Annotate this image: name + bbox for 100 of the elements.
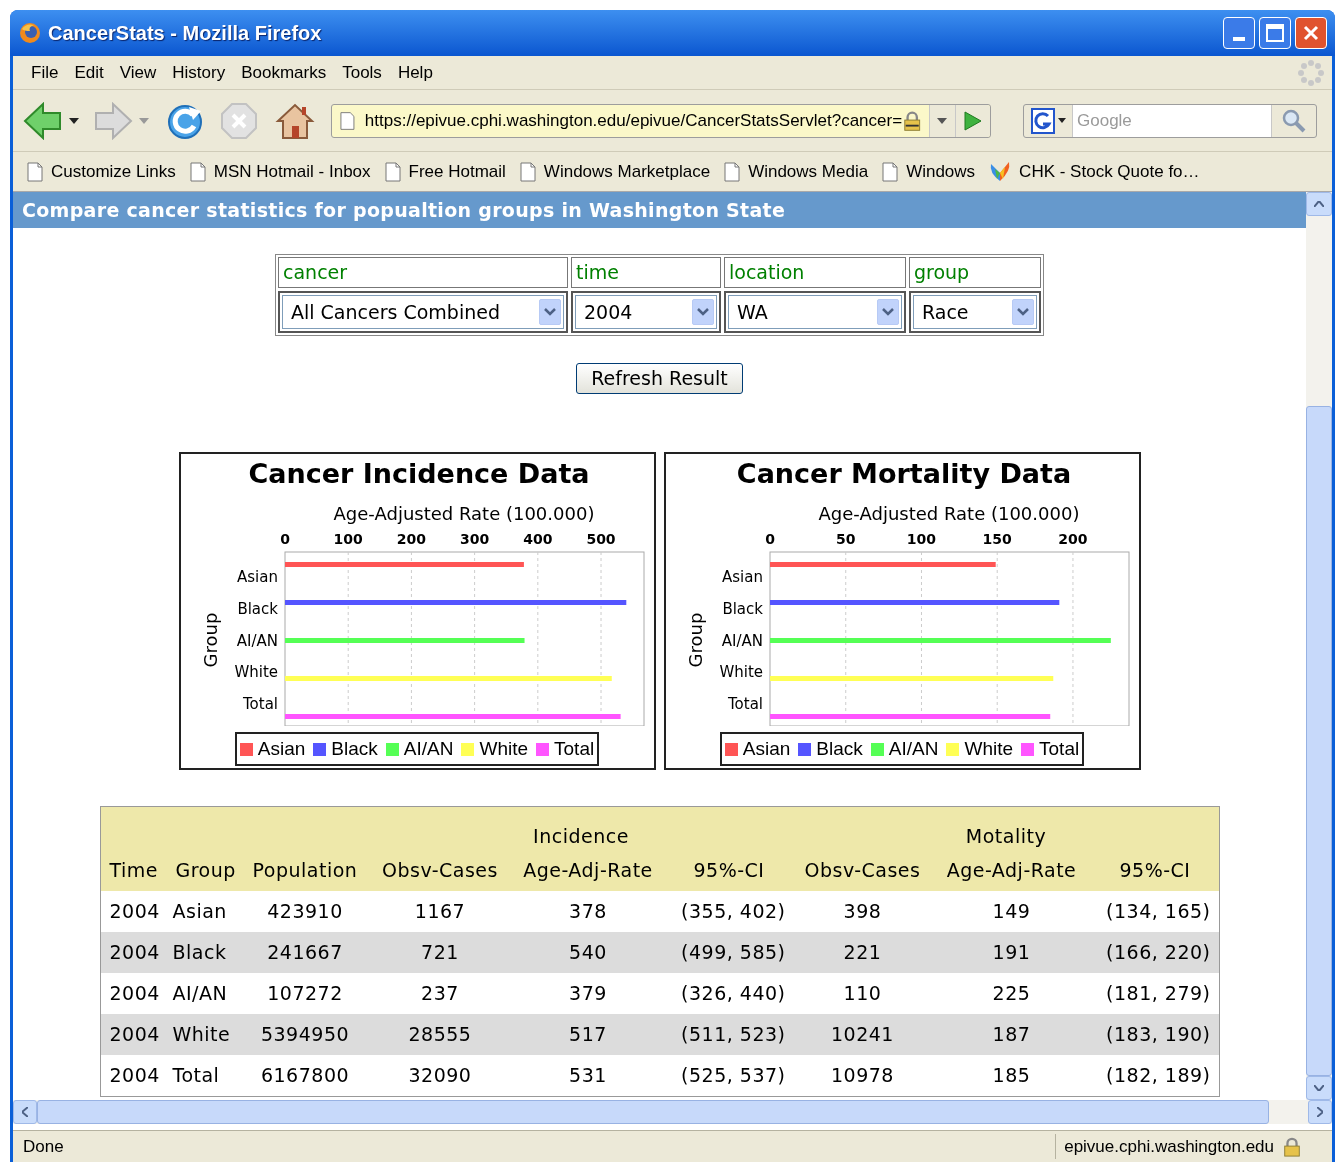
tick-label: 100 <box>333 531 363 547</box>
table-cell: 517 <box>511 1014 665 1055</box>
column-header: Time <box>100 850 167 891</box>
close-button[interactable] <box>1295 17 1327 49</box>
down-caret-icon <box>1314 1085 1324 1091</box>
legend-label: Total <box>554 736 595 761</box>
legend-label: Black <box>331 736 378 761</box>
tick-label: 200 <box>396 531 426 547</box>
column-header: Age-Adj-Rate <box>511 850 665 891</box>
legend-label: Asian <box>257 736 306 761</box>
legend-label: Asian <box>742 736 791 761</box>
dropdown-field[interactable]: WA <box>728 295 902 329</box>
bookmark-link[interactable]: Windows <box>906 158 976 185</box>
category-label: Asian <box>721 568 763 586</box>
column-header: Age-Adj-Rate <box>931 850 1092 891</box>
maximize-icon <box>1266 24 1284 42</box>
menu-item[interactable]: File <box>23 59 67 86</box>
tick-label: 400 <box>522 531 552 547</box>
table-cell: 1167 <box>368 891 512 932</box>
category-label: Total <box>242 695 278 713</box>
table-cell: 187 <box>931 1014 1092 1055</box>
table-cell: (183, 190) <box>1091 1014 1219 1055</box>
page-icon <box>340 110 355 131</box>
address-bar[interactable]: https://epivue.cphi.washington.edu/epivue/CancerStatsServlet?cancer= <box>331 103 991 138</box>
refresh-result-button[interactable]: Refresh Result <box>576 363 743 394</box>
scroll-right-button[interactable] <box>1308 1100 1332 1124</box>
tick-label: 0 <box>764 531 775 547</box>
status-host-text: epivue.cphi.washington.edu <box>1055 1133 1282 1160</box>
dropdown-field[interactable]: 2004 <box>575 295 717 329</box>
category-label: Asian <box>236 568 278 586</box>
tick-label: 50 <box>835 531 855 547</box>
menu-item[interactable]: Tools <box>334 59 390 86</box>
play-triangle-icon <box>963 110 982 131</box>
dropdown-field[interactable]: Race <box>913 295 1037 329</box>
menu-item[interactable]: Bookmarks <box>233 59 335 86</box>
history-dropdown-button[interactable] <box>928 104 955 137</box>
table-cell: 378 <box>511 891 665 932</box>
column-header: Obsv-Cases <box>793 850 932 891</box>
legend-label: AI/AN <box>888 736 939 761</box>
menu-item[interactable]: Help <box>389 59 441 86</box>
page-icon <box>724 161 741 182</box>
page-icon <box>882 161 899 182</box>
bookmark-link[interactable]: Customize Links <box>51 158 176 185</box>
column-header: Group <box>166 850 242 891</box>
filter-label: time <box>571 257 721 288</box>
bookmark-link[interactable]: Windows Media <box>748 158 869 185</box>
table-cell: (166, 220) <box>1091 932 1219 973</box>
menu-item[interactable]: History <box>164 59 234 86</box>
category-label: Black <box>236 599 278 618</box>
url-text: https://epivue.cphi.washington.edu/epivue/CancerStatsServlet?cancer= <box>364 109 903 132</box>
scroll-up-button[interactable] <box>1306 192 1332 216</box>
dropdown-caret-icon[interactable] <box>69 117 79 124</box>
filter-label: cancer <box>278 257 568 288</box>
search-box[interactable]: Google <box>1023 103 1317 138</box>
scrollbar-thumb[interactable] <box>1306 406 1332 1076</box>
table-cell: 191 <box>931 932 1092 973</box>
table-cell: Asian <box>166 891 242 932</box>
table-cell: (134, 165) <box>1091 891 1219 932</box>
dropdown-field[interactable]: All Cancers Combined <box>282 295 564 329</box>
scroll-left-button[interactable] <box>13 1100 37 1124</box>
table-cell: (355, 402) <box>664 891 794 932</box>
bookmark-link[interactable]: Free Hotmail <box>408 158 506 185</box>
tick-label: 0 <box>279 531 290 547</box>
bookmark-link[interactable]: Windows Marketplace <box>543 158 711 185</box>
caret-icon <box>1057 118 1066 123</box>
page-icon <box>384 161 401 182</box>
legend-label: Total <box>1039 736 1080 761</box>
back-arrow-icon[interactable] <box>23 101 63 140</box>
table-cell: Black <box>166 932 242 973</box>
scroll-down-button[interactable] <box>1306 1076 1332 1100</box>
bookmark-link[interactable]: CHK - Stock Quote fo… <box>1019 158 1200 185</box>
menu-item[interactable]: Edit <box>66 59 112 86</box>
menu-item[interactable]: View <box>111 59 165 86</box>
column-header: 95%-CI <box>664 850 794 891</box>
category-label: Total <box>727 695 763 713</box>
table-cell: 2004 <box>100 891 167 932</box>
group-header: Motality <box>793 807 1219 850</box>
legend-label: Black <box>816 736 863 761</box>
axis-title: Group <box>684 612 706 668</box>
filter-label: group <box>909 257 1041 288</box>
maximize-button[interactable] <box>1259 17 1291 49</box>
caret-icon <box>937 117 948 124</box>
table-cell: 2004 <box>100 973 167 1014</box>
close-icon <box>1303 25 1319 41</box>
column-header: 95%-CI <box>1091 850 1219 891</box>
category-label: AI/AN <box>721 631 763 650</box>
column-header: Population <box>241 850 369 891</box>
minimize-icon <box>1233 37 1245 41</box>
axis-title: Age-Adjusted Rate (100.000) <box>818 503 1079 524</box>
tick-label: 200 <box>1057 531 1088 547</box>
go-button[interactable] <box>954 104 990 137</box>
table-cell: 10241 <box>793 1014 932 1055</box>
table-cell: 379 <box>511 973 665 1014</box>
table-cell: White <box>166 1014 242 1055</box>
minimize-button[interactable] <box>1223 17 1255 49</box>
vertical-scrollbar[interactable] <box>1306 192 1332 1100</box>
table-cell: 398 <box>793 891 932 932</box>
bookmark-link[interactable]: MSN Hotmail - Inbox <box>213 158 371 185</box>
search-field[interactable]: Google <box>1072 104 1272 137</box>
page-icon <box>189 161 206 182</box>
